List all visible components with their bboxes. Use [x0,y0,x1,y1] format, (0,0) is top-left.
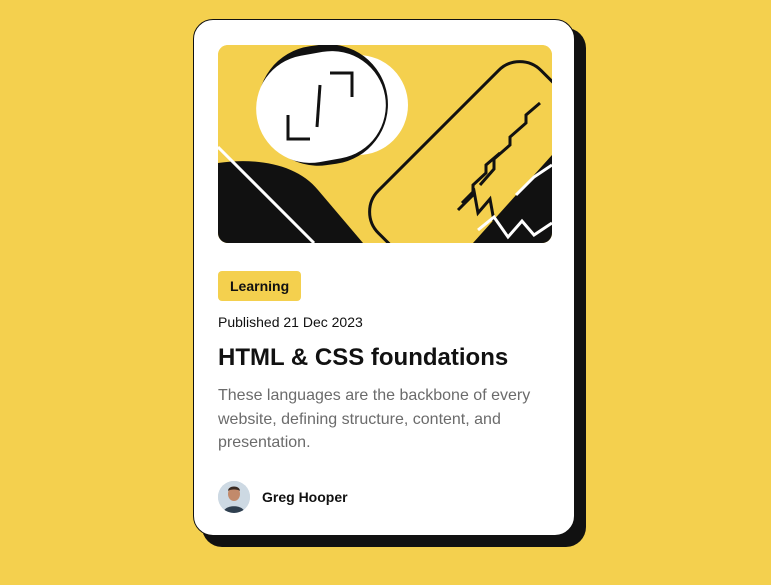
published-date: Published 21 Dec 2023 [218,314,363,330]
author: Greg Hooper [218,481,348,513]
author-name: Greg Hooper [262,489,348,505]
avatar-icon [218,481,250,513]
page-background: Learning Published 21 Dec 2023 HTML & CS… [0,0,771,585]
card-description: These languages are the backbone of ever… [218,387,531,451]
category-tag: Learning [218,271,302,301]
illustration-article-icon [218,45,552,243]
blog-preview-card: Learning Published 21 Dec 2023 HTML & CS… [193,19,575,536]
hero-illustration [218,45,552,243]
card-title[interactable]: HTML & CSS foundations [218,343,508,373]
